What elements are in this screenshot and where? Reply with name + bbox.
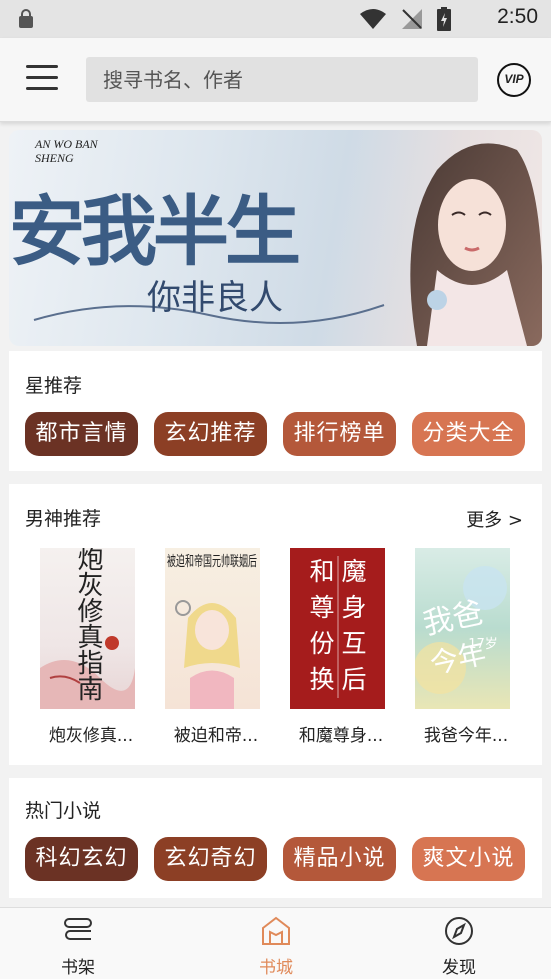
tag-urban-romance[interactable]: 都市言情	[25, 412, 138, 456]
section-title: 热门小说	[25, 800, 102, 822]
banner-subtitle: 你非良人	[147, 278, 283, 318]
svg-text:换: 换	[309, 665, 334, 694]
promo-banner[interactable]: AN WO BAN SHENG 安我半生 你非良人	[9, 130, 542, 346]
hot-novels-section: 热门小说 科幻玄幻 玄幻奇幻 精品小说 爽文小说	[9, 778, 542, 898]
tag-xuanhuan-fantasy[interactable]: 玄幻奇幻	[154, 837, 267, 881]
svg-text:份: 份	[309, 629, 334, 658]
nav-label: 书城	[259, 958, 293, 978]
svg-text:和: 和	[309, 557, 334, 586]
more-link[interactable]: 更多 >	[466, 506, 523, 532]
cover-art: 和 尊 份 换 魔 身 互 后	[309, 556, 367, 698]
wifi-icon	[360, 9, 386, 29]
menu-icon[interactable]	[26, 65, 58, 93]
bookstore-icon	[262, 916, 290, 945]
book-card[interactable]: 我爸 今年 17岁 我爸今年...	[415, 548, 510, 746]
lock-notification-icon	[19, 9, 33, 28]
banner-title: 安我半生	[9, 187, 301, 276]
section-title: 星推荐	[25, 375, 83, 397]
bookshelf-icon	[64, 918, 92, 940]
banner-illustration	[410, 143, 542, 346]
svg-text:17岁: 17岁	[468, 637, 498, 652]
section-title: 男神推荐	[25, 508, 102, 530]
tag-premium-novels[interactable]: 精品小说	[283, 837, 396, 881]
svg-text:尊: 尊	[309, 593, 334, 622]
book-title: 炮灰修真...	[48, 726, 134, 746]
book-cover: 和 尊 份 换 魔 身 互 后	[290, 548, 385, 709]
book-title: 和魔尊身...	[298, 726, 384, 746]
tag-categories[interactable]: 分类大全	[412, 412, 525, 456]
svg-text:我爸: 我爸	[420, 595, 486, 642]
tag-fantasy-recommend[interactable]: 玄幻推荐	[154, 412, 267, 456]
cover-art: 被迫和帝国元帅联姻后	[167, 554, 257, 709]
svg-text:身: 身	[341, 593, 366, 622]
book-title: 被迫和帝...	[173, 726, 259, 746]
nav-label: 书架	[61, 958, 95, 978]
book-cover: 我爸 今年 17岁	[415, 548, 510, 709]
battery-charging-icon	[437, 7, 451, 31]
bottom-navigation: 书架 书城 发现	[0, 907, 551, 979]
book-cover: 炮灰修真指南	[40, 548, 135, 709]
nav-label: 发现	[442, 958, 476, 978]
svg-text:后: 后	[341, 665, 366, 694]
book-card[interactable]: 被迫和帝国元帅联姻后 被迫和帝...	[165, 548, 260, 746]
compass-icon	[445, 917, 473, 945]
nav-bookstore[interactable]: 书城	[216, 908, 336, 979]
cover-title: 被迫和帝国元帅联姻后	[167, 554, 257, 570]
status-time: 2:50	[497, 5, 538, 28]
cover-art: 我爸 今年 17岁	[415, 566, 507, 694]
cover-title: 炮灰修真指南	[73, 548, 103, 701]
vip-button[interactable]: VIP	[497, 63, 531, 97]
no-signal-icon	[402, 9, 422, 29]
book-card[interactable]: 炮灰修真指南 炮灰修真...	[40, 548, 135, 746]
tag-rankings[interactable]: 排行榜单	[283, 412, 396, 456]
male-recommend-section: 男神推荐 更多 > 炮灰修真指南 炮灰修真... 被迫和帝国元帅联姻后 被迫和帝…	[9, 484, 542, 765]
star-recommend-section: 星推荐 都市言情 玄幻推荐 排行榜单 分类大全	[9, 351, 542, 471]
nav-bookshelf[interactable]: 书架	[18, 908, 138, 979]
book-title: 我爸今年...	[423, 726, 509, 746]
search-input[interactable]	[86, 57, 478, 102]
tag-scifi-fantasy[interactable]: 科幻玄幻	[25, 837, 138, 881]
svg-text:魔: 魔	[341, 557, 366, 586]
top-toolbar: VIP	[0, 38, 551, 122]
book-card[interactable]: 和 尊 份 换 魔 身 互 后 和魔尊身...	[290, 548, 385, 746]
banner-english-title: AN WO BAN SHENG	[35, 137, 98, 165]
nav-discover[interactable]: 发现	[399, 908, 519, 979]
book-cover: 被迫和帝国元帅联姻后	[165, 548, 260, 709]
cover-art: 炮灰修真指南	[40, 548, 135, 709]
status-bar: 2:50	[0, 0, 551, 38]
tag-cool-novels[interactable]: 爽文小说	[412, 837, 525, 881]
svg-text:互: 互	[341, 629, 366, 658]
